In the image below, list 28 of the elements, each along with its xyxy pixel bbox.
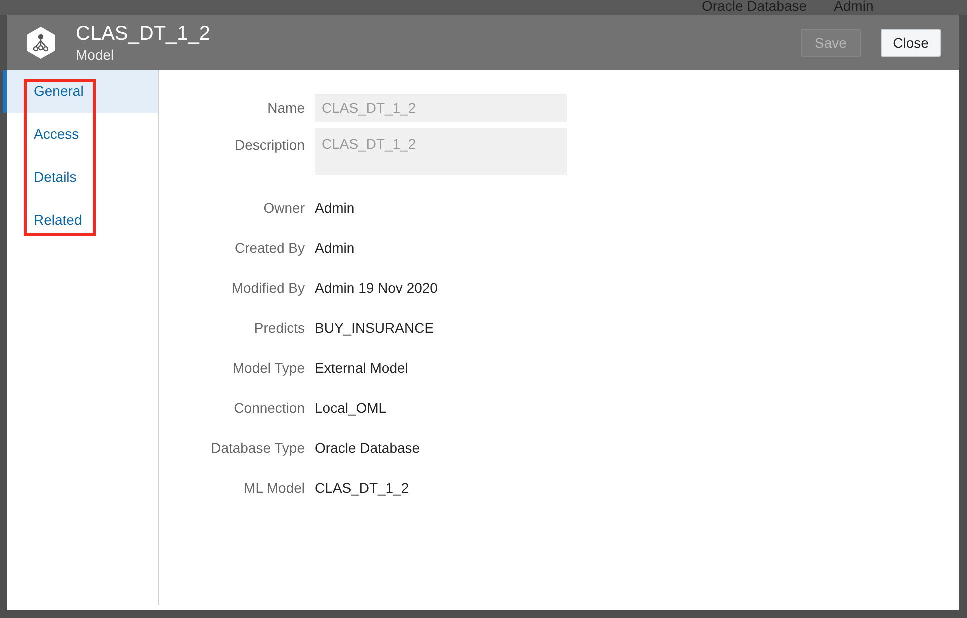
field-value: Oracle Database: [315, 440, 420, 456]
background-text: Admin: [834, 0, 874, 12]
field-value: Admin 19 Nov 2020: [315, 280, 438, 296]
field-value: External Model: [315, 360, 408, 376]
sidebar-tab[interactable]: Related: [3, 199, 158, 242]
field-label: Owner: [262, 200, 305, 216]
field-label: Predicts: [253, 320, 305, 336]
field-label: Database Type: [210, 440, 305, 456]
field-value: Admin: [315, 200, 355, 216]
background-text: Oracle Database: [702, 0, 808, 12]
field-label: ML Model: [243, 480, 305, 496]
field-value: Admin: [315, 240, 355, 256]
field-value: Local_OML: [315, 400, 387, 416]
field-value: BUY_INSURANCE: [315, 320, 434, 336]
sidebar-tab[interactable]: Details: [3, 156, 158, 199]
dialog-title: CLAS_DT_1_2: [76, 22, 212, 46]
field-label: Name: [266, 100, 305, 116]
field-label: Created By: [234, 240, 305, 256]
close-button[interactable]: Close: [881, 28, 941, 56]
hexagon-model-icon: [25, 26, 57, 60]
dialog-subtitle: Model: [76, 46, 116, 64]
sidebar-tab[interactable]: Access: [3, 113, 158, 156]
field-value: CLAS_DT_1_2: [315, 480, 410, 496]
field-label: Connection: [233, 400, 305, 416]
field-label: Modified By: [230, 280, 305, 296]
field-label: Model Type: [232, 360, 305, 376]
sidebar-tab[interactable]: General: [3, 70, 158, 113]
field-label: Description: [234, 136, 305, 153]
